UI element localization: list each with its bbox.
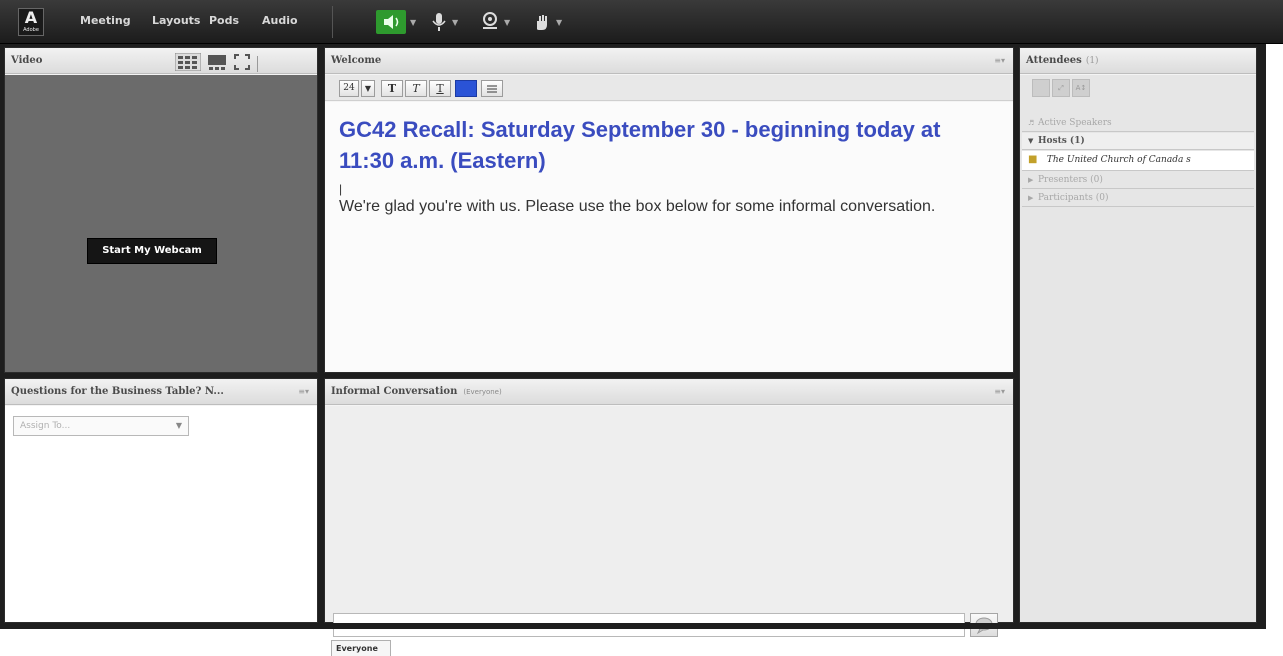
attendees-pod-header: Attendees (1) bbox=[1020, 48, 1256, 74]
raise-hand-button[interactable]: ▼ bbox=[532, 9, 562, 35]
bullet-list-icon bbox=[487, 85, 497, 93]
attendees-count: (1) bbox=[1085, 56, 1099, 66]
expand-icon: ▶ bbox=[1028, 176, 1034, 184]
menu-audio[interactable]: Audio bbox=[262, 14, 298, 27]
chat-title-text: Informal Conversation bbox=[331, 386, 458, 397]
connect-meeting-window: A Adobe Meeting Layouts Pods Audio ▼ ▼ ▼… bbox=[0, 0, 1283, 656]
pod-options-icon[interactable]: ≡▾ bbox=[994, 387, 1005, 396]
attendees-pod: Attendees (1) ⤢ A↕ ♬ Active Speakers ▼ Host… bbox=[1019, 47, 1257, 623]
bold-button[interactable]: T bbox=[381, 80, 403, 97]
chat-pod-title: Informal Conversation (Everyone) bbox=[331, 386, 502, 397]
text-color-button[interactable] bbox=[455, 80, 477, 97]
fullscreen-icon[interactable] bbox=[233, 53, 251, 75]
attendees-toolbar: ⤢ A↕ bbox=[1032, 79, 1090, 97]
raise-hand-icon bbox=[537, 15, 547, 30]
speaker-small-icon: ♬ bbox=[1028, 119, 1035, 127]
questions-pod-title: Questions for the Business Table? N... bbox=[11, 386, 224, 397]
webcam-icon bbox=[483, 12, 497, 29]
pod-options-icon[interactable]: ≡▾ bbox=[994, 56, 1005, 65]
chat-pod-header: Informal Conversation (Everyone) ≡▾ bbox=[325, 379, 1013, 405]
questions-pod: Questions for the Business Table? N... ≡… bbox=[4, 378, 318, 623]
video-pod-header: Video bbox=[5, 48, 317, 74]
attendees-pod-title: Attendees (1) bbox=[1026, 55, 1099, 66]
text-format-toolbar: 24 ▼ T T T bbox=[325, 75, 1013, 101]
video-area: Start My Webcam bbox=[5, 75, 317, 372]
hosts-group-row[interactable]: ▼ Hosts (1) bbox=[1022, 133, 1254, 150]
host-user-icon: ■ bbox=[1028, 154, 1038, 165]
start-webcam-button[interactable]: Start My Webcam bbox=[87, 238, 217, 264]
welcome-heading: GC42 Recall: Saturday September 30 - beg… bbox=[339, 117, 941, 173]
sort-icon[interactable]: A↕ bbox=[1072, 79, 1090, 97]
webcam-button[interactable]: ▼ bbox=[480, 9, 510, 35]
menu-bar: A Adobe Meeting Layouts Pods Audio ▼ ▼ ▼… bbox=[0, 0, 1283, 44]
microphone-button[interactable]: ▼ bbox=[430, 9, 458, 35]
menu-pods[interactable]: Pods bbox=[209, 14, 239, 27]
questions-pod-header: Questions for the Business Table? N... ≡… bbox=[5, 379, 317, 405]
window-bottom-edge bbox=[0, 623, 1262, 629]
active-speakers-label: Active Speakers bbox=[1038, 118, 1112, 128]
attendee-name: The United Church of Canada s bbox=[1046, 155, 1191, 165]
expand-view-icon[interactable]: ⤢ bbox=[1052, 79, 1070, 97]
filmstrip-view-icon[interactable] bbox=[207, 53, 227, 75]
video-divider bbox=[257, 56, 258, 72]
hosts-label: Hosts (1) bbox=[1038, 136, 1085, 146]
underline-button[interactable]: T bbox=[429, 80, 451, 97]
chat-messages-area: Everyone bbox=[325, 406, 1013, 656]
menu-layouts[interactable]: Layouts bbox=[152, 14, 200, 27]
text-cursor: | bbox=[339, 182, 343, 196]
video-pod: Video Start My Webcam bbox=[4, 47, 318, 373]
attendees-title-text: Attendees bbox=[1026, 55, 1082, 66]
welcome-pod-title: Welcome bbox=[331, 55, 382, 66]
microphone-dropdown-icon[interactable]: ▼ bbox=[452, 18, 458, 27]
collapse-icon: ▼ bbox=[1028, 136, 1034, 145]
presenters-group-row[interactable]: ▶ Presenters (0) bbox=[1022, 172, 1254, 189]
italic-button[interactable]: T bbox=[405, 80, 427, 97]
adobe-logo-label: Adobe bbox=[23, 27, 39, 33]
welcome-note-content[interactable]: GC42 Recall: Saturday September 30 - beg… bbox=[325, 102, 1013, 372]
video-pod-title: Video bbox=[11, 55, 43, 66]
chevron-down-icon: ▼ bbox=[175, 421, 182, 430]
menu-meeting[interactable]: Meeting bbox=[80, 14, 131, 27]
expand-icon: ▶ bbox=[1028, 194, 1034, 202]
assign-to-dropdown[interactable]: Assign To... ▼ bbox=[13, 416, 189, 436]
video-view-options bbox=[174, 52, 258, 75]
webcam-dropdown-icon[interactable]: ▼ bbox=[504, 18, 510, 27]
chat-pod: Informal Conversation (Everyone) ≡▾ Every… bbox=[324, 378, 1014, 656]
participants-group-row[interactable]: ▶ Participants (0) bbox=[1022, 190, 1254, 207]
chat-tab-everyone[interactable]: Everyone bbox=[331, 640, 391, 656]
active-speakers-row: ♬ Active Speakers bbox=[1022, 115, 1254, 132]
welcome-body-text: We're glad you're with us. Please use th… bbox=[339, 198, 936, 215]
attendees-list: ⤢ A↕ ♬ Active Speakers ▼ Hosts (1) ■ The U… bbox=[1020, 75, 1256, 622]
questions-area: Assign To... ▼ bbox=[5, 406, 317, 622]
participants-label: Participants (0) bbox=[1038, 193, 1109, 203]
font-size-dropdown-icon[interactable]: ▼ bbox=[361, 80, 375, 97]
microphone-icon bbox=[432, 13, 446, 31]
speaker-button[interactable]: ▼ bbox=[376, 9, 416, 35]
scrollbar[interactable] bbox=[1262, 44, 1283, 629]
chat-audience: (Everyone) bbox=[463, 388, 502, 396]
adobe-logo-mark: A bbox=[24, 8, 38, 27]
speaker-dropdown-icon[interactable]: ▼ bbox=[410, 18, 416, 27]
bullet-list-button[interactable] bbox=[481, 80, 503, 97]
speaker-icon bbox=[376, 10, 406, 34]
welcome-pod: Welcome ≡▾ 24 ▼ T T T GC42 Recall: Satur… bbox=[324, 47, 1014, 373]
presenters-label: Presenters (0) bbox=[1038, 175, 1103, 185]
adobe-logo: A Adobe bbox=[18, 8, 44, 36]
welcome-pod-header: Welcome ≡▾ bbox=[325, 48, 1013, 74]
attendee-row[interactable]: ■ The United Church of Canada s bbox=[1022, 151, 1254, 171]
assign-to-placeholder: Assign To... bbox=[20, 421, 71, 431]
grid-view-icon[interactable] bbox=[174, 52, 202, 75]
raise-hand-dropdown-icon[interactable]: ▼ bbox=[556, 18, 562, 27]
font-size-field[interactable]: 24 bbox=[339, 80, 359, 97]
list-view-icon[interactable] bbox=[1032, 79, 1050, 97]
toolbar-separator bbox=[332, 6, 333, 38]
pod-options-icon[interactable]: ≡▾ bbox=[298, 387, 309, 396]
